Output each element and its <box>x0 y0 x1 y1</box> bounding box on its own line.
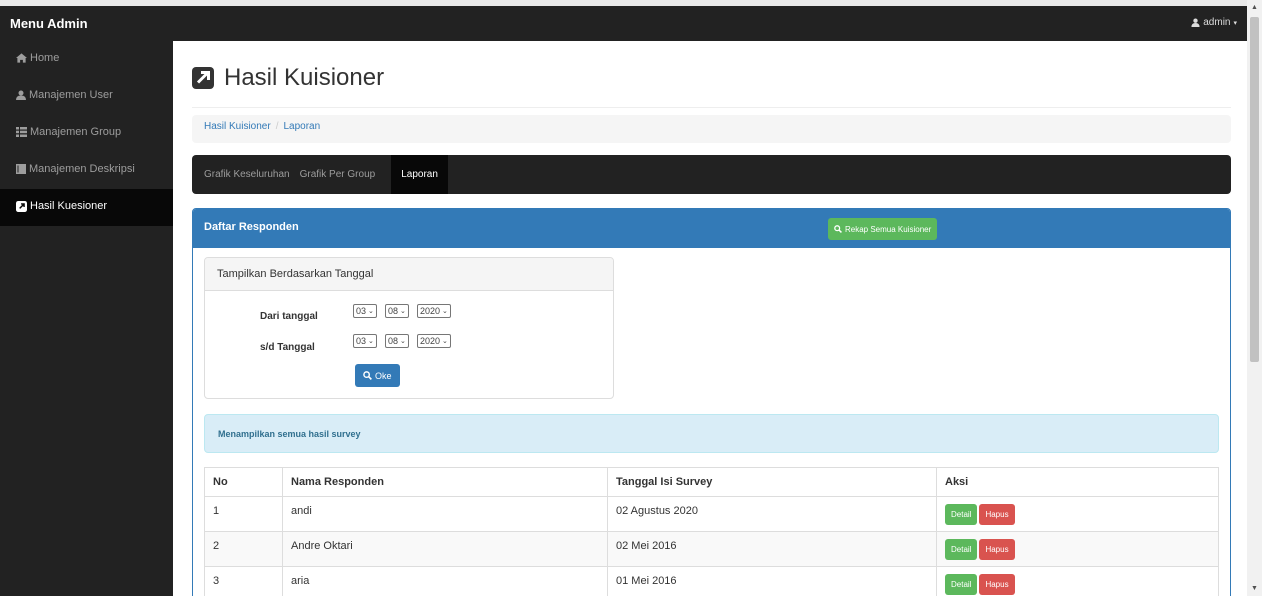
to-year-value: 2020 <box>420 336 441 346</box>
scroll-down-arrow-icon[interactable]: ▼ <box>1247 581 1262 596</box>
external-link-icon <box>16 201 27 212</box>
to-month-select[interactable]: 08 ⌄ <box>385 334 409 348</box>
cell-no: 3 <box>204 566 283 596</box>
from-month-select[interactable]: 08 ⌄ <box>385 304 409 318</box>
user-menu[interactable]: admin ▾ <box>1191 17 1237 28</box>
report-tabs: Grafik Keseluruhan Grafik Per Group Lapo… <box>192 155 1231 194</box>
detail-button[interactable]: Detail <box>945 539 978 560</box>
chevron-down-icon: ⌄ <box>442 338 448 345</box>
tab-grafik-keseluruhan[interactable]: Grafik Keseluruhan <box>204 155 300 194</box>
hapus-button[interactable]: Hapus <box>979 539 1015 560</box>
responden-table-wrap: No Nama Responden Tanggal Isi Survey Aks… <box>204 467 1219 596</box>
sidebar-item-label: Hasil Kuesioner <box>30 200 108 212</box>
column-header-tanggal: Tanggal Isi Survey <box>607 467 937 497</box>
from-month-value: 08 <box>388 306 399 316</box>
cell-nama: aria <box>282 566 608 596</box>
cell-tanggal: 02 Mei 2016 <box>607 531 937 567</box>
chevron-down-icon: ⌄ <box>442 308 448 315</box>
zoom-icon <box>834 225 842 233</box>
caret-down-icon: ▾ <box>1233 19 1237 27</box>
cell-no: 1 <box>204 496 283 532</box>
user-icon <box>16 90 26 100</box>
book-icon <box>16 164 26 174</box>
from-day-select[interactable]: 03 ⌄ <box>353 304 377 318</box>
home-icon <box>16 53 27 63</box>
from-date-label: Dari tanggal <box>260 311 318 322</box>
to-day-select[interactable]: 03 ⌄ <box>353 334 377 348</box>
cell-aksi: Detail Hapus <box>936 496 1219 532</box>
to-date-label: s/d Tanggal <box>260 342 315 353</box>
chevron-down-icon: ⌄ <box>400 308 406 315</box>
vertical-scrollbar[interactable]: ▲ ▼ <box>1247 0 1262 596</box>
breadcrumb-separator: / <box>275 121 279 132</box>
cell-no: 2 <box>204 531 283 567</box>
table-row: 1 andi 02 Agustus 2020 Detail Hapus <box>204 496 1219 532</box>
breadcrumb-item-hasil-kuisioner[interactable]: Hasil Kuisioner <box>204 121 271 132</box>
cell-nama: andi <box>282 496 608 532</box>
sidebar-item-label: Manajemen Deskripsi <box>29 163 135 175</box>
hapus-button[interactable]: Hapus <box>979 574 1015 595</box>
date-filter-box: Tampilkan Berdasarkan Tanggal Dari tangg… <box>204 257 614 399</box>
sidebar-item-manajemen-deskripsi[interactable]: Manajemen Deskripsi <box>0 152 173 189</box>
cell-tanggal: 02 Agustus 2020 <box>607 496 937 532</box>
detail-button[interactable]: Detail <box>945 574 978 595</box>
user-icon <box>1191 18 1200 27</box>
scroll-up-arrow-icon[interactable]: ▲ <box>1247 0 1262 15</box>
table-row: 2 Andre Oktari 02 Mei 2016 Detail Hapus <box>204 531 1219 567</box>
tab-grafik-per-group[interactable]: Grafik Per Group <box>300 155 386 194</box>
column-header-no: No <box>204 467 283 497</box>
panel-title: Daftar Responden <box>204 221 299 233</box>
oke-button[interactable]: Oke <box>355 364 400 387</box>
column-header-aksi: Aksi <box>936 467 1219 497</box>
scrollbar-thumb[interactable] <box>1250 17 1259 362</box>
breadcrumb-item-laporan[interactable]: Laporan <box>283 121 320 132</box>
detail-button[interactable]: Detail <box>945 504 978 525</box>
oke-button-label: Oke <box>375 370 392 381</box>
search-icon <box>363 371 372 380</box>
top-navbar: Menu Admin admin ▾ <box>0 6 1247 41</box>
cell-aksi: Detail Hapus <box>936 531 1219 567</box>
to-month-value: 08 <box>388 336 399 346</box>
hapus-button[interactable]: Hapus <box>979 504 1015 525</box>
table-header-row: No Nama Responden Tanggal Isi Survey Aks… <box>204 467 1219 497</box>
from-year-value: 2020 <box>420 306 441 316</box>
sidebar-item-label: Home <box>30 52 60 64</box>
from-year-select[interactable]: 2020 ⌄ <box>417 304 451 318</box>
sidebar: Home Manajemen User Manajemen Group Mana… <box>0 41 173 596</box>
chevron-down-icon: ⌄ <box>400 338 406 345</box>
sidebar-item-hasil-kuesioner[interactable]: Hasil Kuesioner <box>0 189 173 226</box>
panel-heading: Daftar Responden Rekap Semua Kuisioner <box>193 209 1230 248</box>
cell-aksi: Detail Hapus <box>936 566 1219 596</box>
to-day-value: 03 <box>356 336 367 346</box>
chevron-down-icon: ⌄ <box>368 338 374 345</box>
sidebar-item-label: Manajemen Group <box>30 126 122 138</box>
browser-viewport: Menu Admin admin ▾ Home Manajemen User M… <box>0 6 1247 596</box>
responden-table: No Nama Responden Tanggal Isi Survey Aks… <box>204 467 1219 596</box>
cell-nama: Andre Oktari <box>282 531 608 567</box>
sidebar-item-home[interactable]: Home <box>0 41 173 78</box>
sidebar-item-manajemen-group[interactable]: Manajemen Group <box>0 115 173 152</box>
sidebar-item-manajemen-user[interactable]: Manajemen User <box>0 78 173 115</box>
user-name: admin <box>1203 17 1231 28</box>
page-header: Hasil Kuisioner <box>192 64 1231 108</box>
column-header-nama: Nama Responden <box>282 467 608 497</box>
rekap-semua-kuisioner-button[interactable]: Rekap Semua Kuisioner <box>828 218 938 240</box>
table-row: 3 aria 01 Mei 2016 Detail Hapus <box>204 566 1219 596</box>
info-alert: Menampilkan semua hasil survey <box>204 414 1219 453</box>
cell-tanggal: 01 Mei 2016 <box>607 566 937 596</box>
filter-heading: Tampilkan Berdasarkan Tanggal <box>205 258 613 291</box>
list-icon <box>16 127 27 137</box>
to-year-select[interactable]: 2020 ⌄ <box>417 334 451 348</box>
responden-panel: Daftar Responden Rekap Semua Kuisioner T… <box>192 208 1231 596</box>
sidebar-item-label: Manajemen User <box>29 89 113 101</box>
breadcrumb: Hasil Kuisioner / Laporan <box>192 115 1231 143</box>
tab-laporan[interactable]: Laporan <box>391 155 448 194</box>
rekap-button-label: Rekap Semua Kuisioner <box>845 224 932 234</box>
from-day-value: 03 <box>356 306 367 316</box>
app-brand[interactable]: Menu Admin <box>10 16 88 31</box>
chevron-down-icon: ⌄ <box>368 308 374 315</box>
external-link-icon <box>192 67 214 89</box>
page-title: Hasil Kuisioner <box>224 64 385 91</box>
